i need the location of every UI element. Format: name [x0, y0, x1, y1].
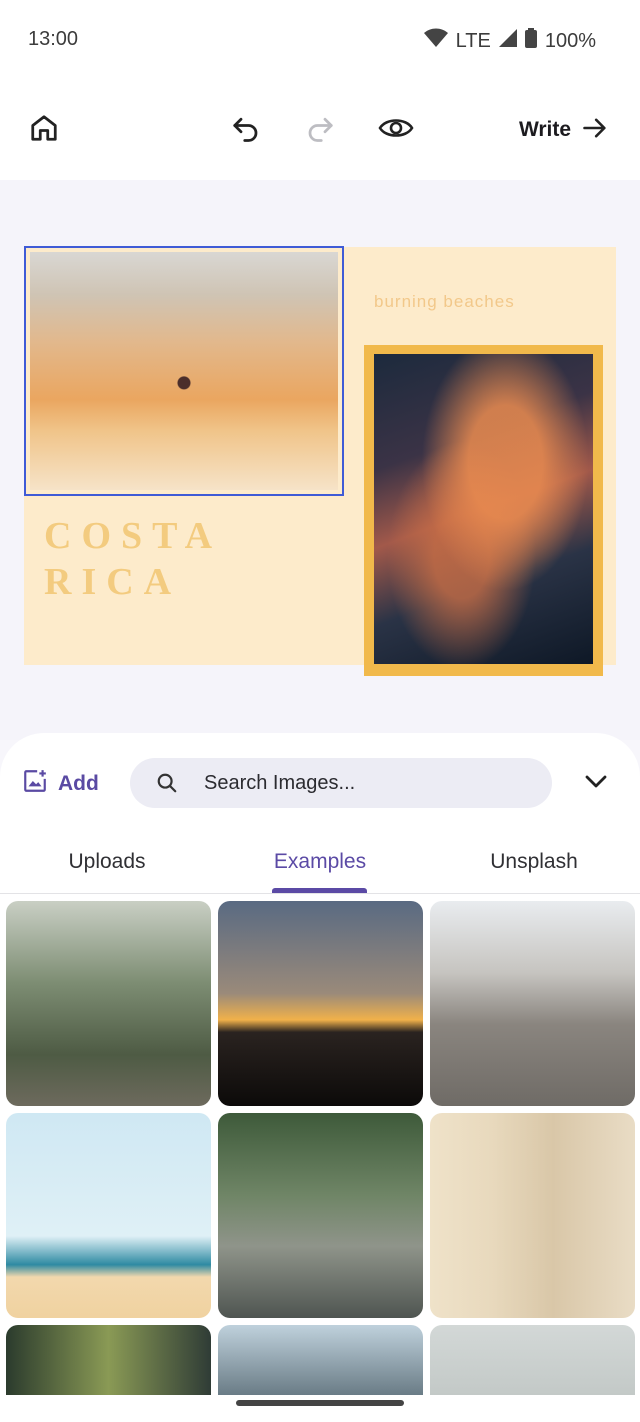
- wifi-icon: [423, 28, 448, 54]
- tab-unsplash[interactable]: Unsplash: [476, 842, 592, 882]
- redo-button[interactable]: [298, 102, 342, 158]
- battery-icon: [524, 28, 537, 54]
- undo-icon: [231, 113, 261, 148]
- redo-icon: [305, 113, 335, 148]
- tab-uploads[interactable]: Uploads: [52, 842, 162, 882]
- tabs-divider: [0, 893, 640, 894]
- chevron-down-icon: [585, 775, 607, 794]
- example-image-lights[interactable]: [6, 1325, 211, 1395]
- eye-icon: [378, 114, 414, 147]
- sunset-water-photo[interactable]: [374, 354, 593, 664]
- battery-level: 100%: [544, 29, 596, 52]
- example-image-palm-beach[interactable]: [6, 1113, 211, 1318]
- example-image-seated-woman[interactable]: [430, 1113, 635, 1318]
- selected-beach-photo[interactable]: [24, 246, 344, 496]
- home-icon: [29, 113, 59, 148]
- example-image-river-person[interactable]: [218, 1113, 423, 1318]
- example-image-sunset-surfers[interactable]: [218, 901, 423, 1106]
- example-image-grey[interactable]: [430, 1325, 635, 1395]
- design-title-text[interactable]: COSTA RICA: [44, 513, 222, 605]
- example-image-forest-hikers[interactable]: [6, 901, 211, 1106]
- example-image-sky[interactable]: [218, 1325, 423, 1395]
- search-placeholder: Search Images...: [204, 771, 356, 794]
- add-image-icon: [22, 768, 48, 800]
- status-icons: LTE 100%: [423, 28, 596, 54]
- write-button[interactable]: Write: [512, 102, 616, 158]
- gesture-nav-handle[interactable]: [236, 1400, 404, 1406]
- preview-button[interactable]: [372, 102, 420, 158]
- example-image-street-dancer[interactable]: [430, 901, 635, 1106]
- status-time: 13:00: [28, 28, 79, 50]
- search-icon: [156, 772, 178, 794]
- arrow-right-icon: [581, 114, 609, 147]
- add-label: Add: [58, 772, 99, 795]
- signal-icon: [498, 29, 517, 53]
- add-image-button[interactable]: Add: [22, 762, 99, 806]
- toolbar: Write: [0, 80, 640, 180]
- home-button[interactable]: [22, 102, 66, 158]
- search-images-field[interactable]: Search Images...: [130, 758, 552, 808]
- write-label: Write: [518, 118, 572, 141]
- undo-button[interactable]: [224, 102, 268, 158]
- network-type: LTE: [455, 29, 491, 52]
- design-subtitle-text[interactable]: burning beaches: [374, 292, 515, 312]
- collapse-sheet-button[interactable]: [576, 762, 616, 806]
- tab-examples[interactable]: Examples: [262, 842, 378, 882]
